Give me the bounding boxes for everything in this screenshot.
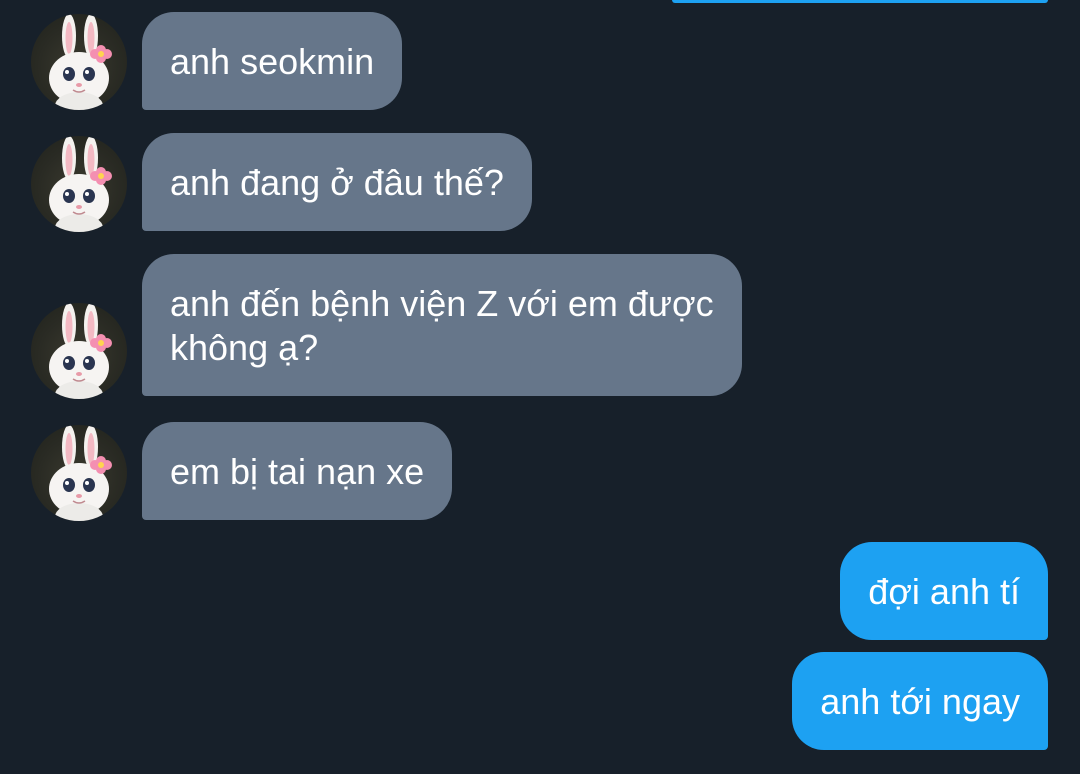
bunny-avatar-icon: [49, 14, 112, 110]
sender-avatar[interactable]: [31, 425, 127, 521]
bunny-avatar-icon: [49, 303, 112, 399]
incoming-message-bubble[interactable]: anh đang ở đâu thế?: [142, 133, 532, 231]
outgoing-message-bubble[interactable]: đợi anh tí: [840, 542, 1048, 640]
incoming-message-bubble[interactable]: anh đến bệnh viện Z với em được không ạ?: [142, 254, 742, 396]
bunny-avatar-icon: [49, 425, 112, 521]
incoming-message-bubble[interactable]: em bị tai nạn xe: [142, 422, 453, 520]
outgoing-message-bubble[interactable]: anh tới ngay: [792, 652, 1048, 750]
sender-avatar[interactable]: [31, 136, 127, 232]
sender-avatar[interactable]: [31, 14, 127, 110]
previous-outgoing-bubble-edge: [672, 0, 1048, 3]
incoming-message-bubble[interactable]: anh seokmin: [142, 12, 403, 110]
sender-avatar[interactable]: [31, 303, 127, 399]
bunny-avatar-icon: [49, 136, 112, 232]
